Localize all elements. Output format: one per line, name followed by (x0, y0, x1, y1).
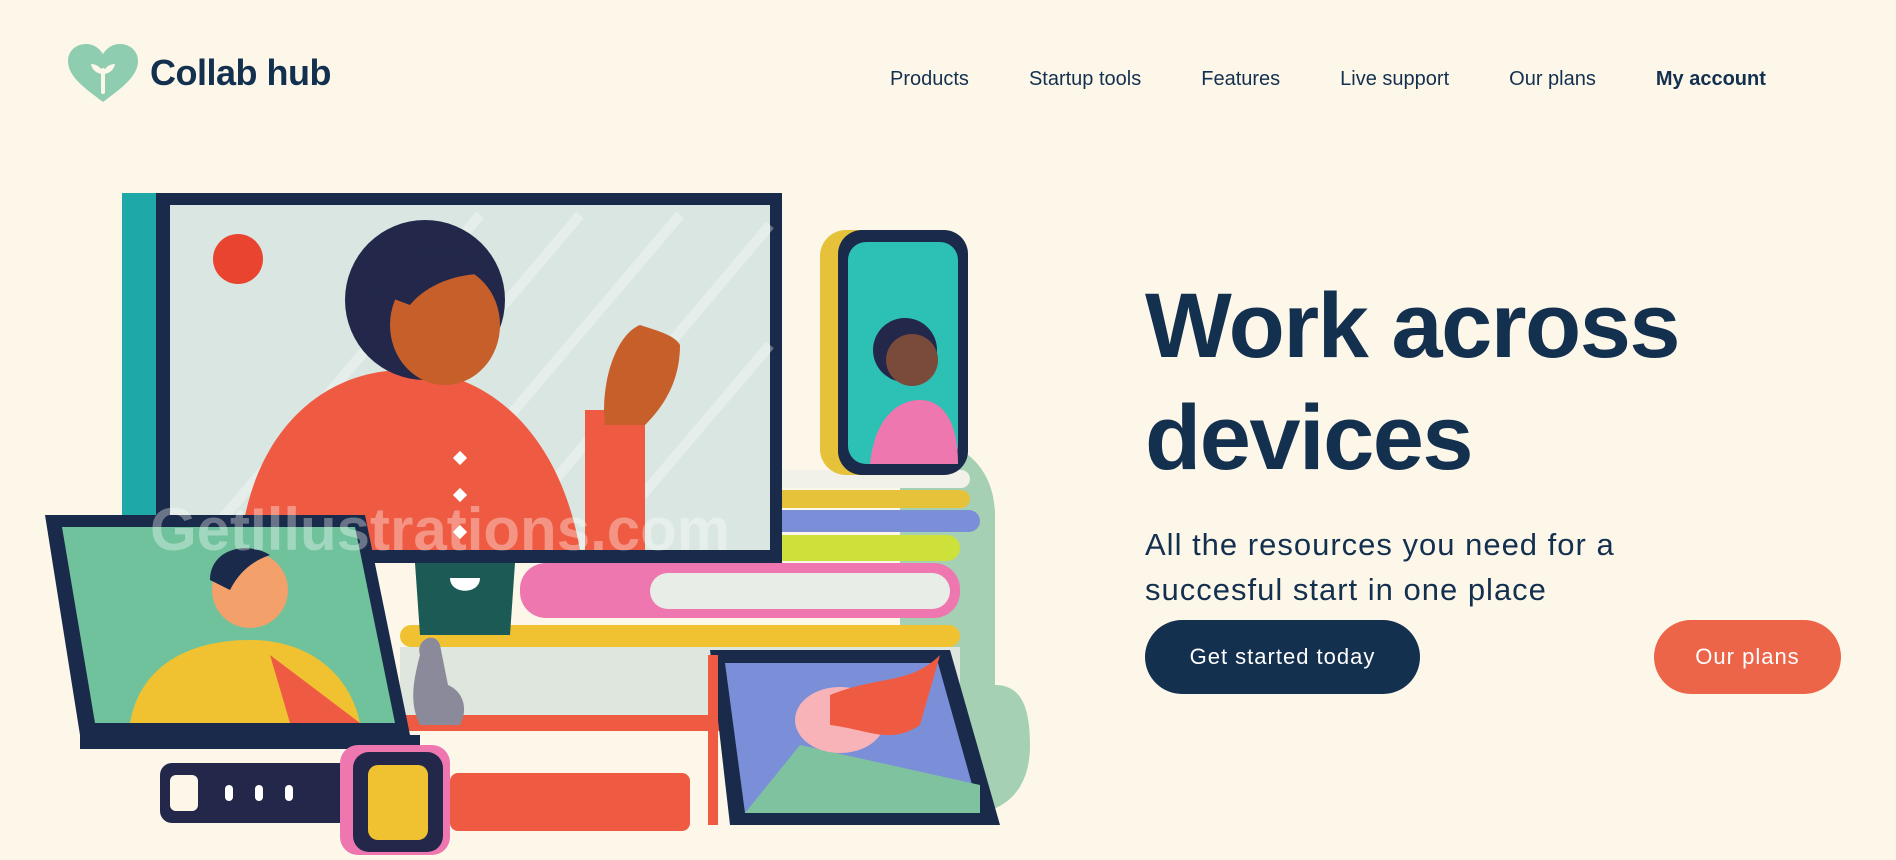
subtitle-line-2: succesful start in one place (1145, 572, 1547, 607)
nav-features[interactable]: Features (1201, 68, 1280, 91)
devices-illustration (45, 193, 1030, 855)
subtitle-line-1: All the resources you need for a (1145, 527, 1615, 562)
our-plans-button[interactable]: Our plans (1654, 620, 1841, 694)
nav-products[interactable]: Products (890, 68, 969, 91)
hero-subtitle: All the resources you need for a succesf… (1145, 522, 1665, 612)
brand-name: Collab hub (150, 52, 331, 93)
hero-headline: Work across devices (1145, 270, 1865, 494)
nav-live-support[interactable]: Live support (1340, 68, 1449, 91)
headline-line-2: devices (1145, 387, 1474, 489)
nav-our-plans[interactable]: Our plans (1509, 68, 1596, 91)
headline-line-1: Work across (1145, 275, 1681, 377)
get-started-button[interactable]: Get started today (1145, 620, 1420, 694)
hero-section: Work across devices All the resources yo… (1145, 270, 1865, 612)
brand-logo[interactable]: Collab hub (66, 44, 331, 102)
site-header: Collab hub Products Startup tools Featur… (0, 0, 1896, 150)
heart-sprout-icon (68, 44, 138, 102)
main-nav: Products Startup tools Features Live sup… (890, 68, 1766, 91)
nav-my-account[interactable]: My account (1656, 68, 1766, 91)
nav-startup-tools[interactable]: Startup tools (1029, 68, 1141, 91)
